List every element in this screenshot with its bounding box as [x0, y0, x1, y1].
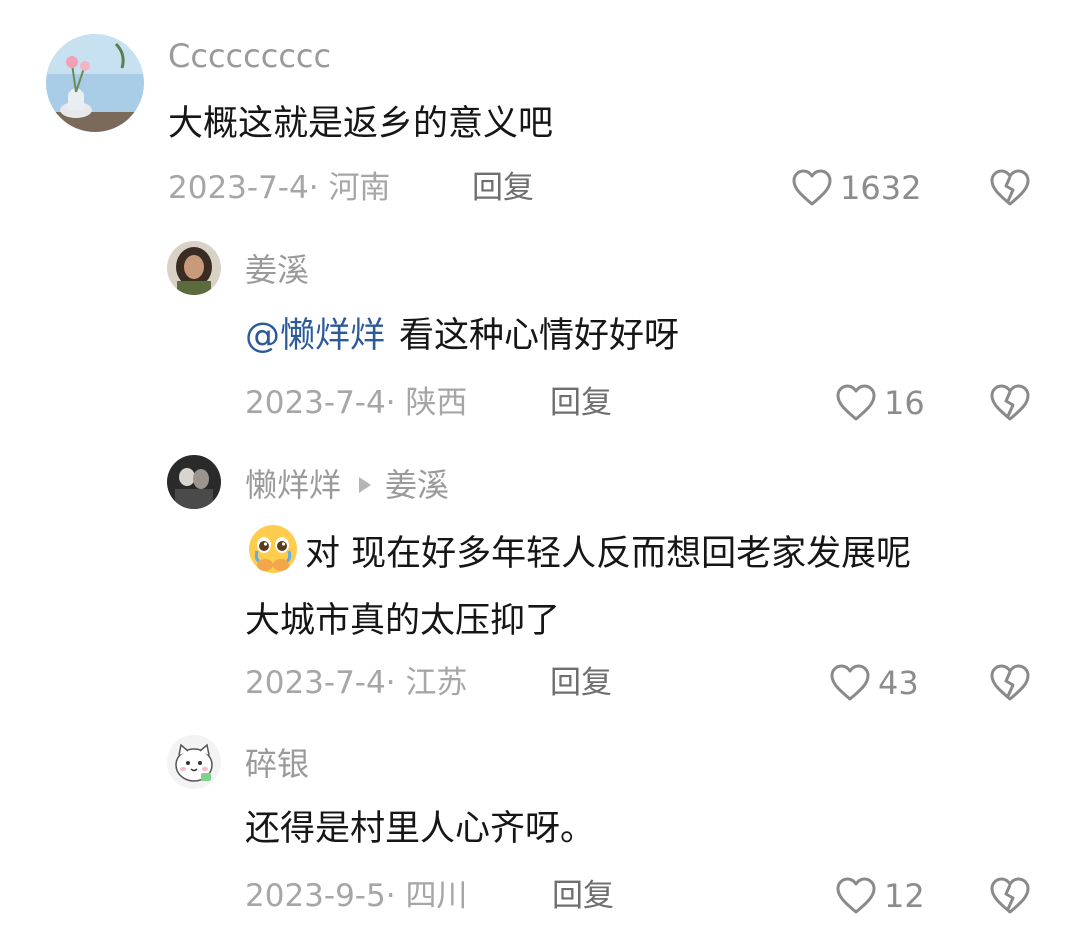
comment-meta: 2023-7-4· 河南 [168, 168, 390, 208]
dislike-button[interactable] [988, 383, 1032, 423]
like-count: 43 [878, 664, 919, 702]
comment-body-line1: 对 现在好多年轻人反而想回老家发展呢 [305, 534, 912, 574]
reply-comment-item: 碎银 还得是村里人心齐呀。 2023-9-5· 四川 回复 12 [0, 725, 1080, 929]
broken-heart-icon [990, 169, 1030, 206]
dark-portrait-avatar-icon [167, 455, 221, 509]
reply-target[interactable]: 姜溪 [385, 466, 449, 504]
comment-location: 江苏 [405, 665, 468, 701]
comment-username[interactable]: Ccccccccc [168, 36, 331, 76]
dislike-button[interactable] [988, 876, 1032, 916]
reply-button[interactable]: 回复 [472, 168, 534, 208]
comment-location: 河南 [328, 170, 391, 206]
avatar[interactable] [46, 34, 144, 132]
avatar[interactable] [167, 241, 221, 295]
avatar[interactable] [167, 455, 221, 509]
comment-meta: 2023-9-5· 四川 [245, 876, 467, 916]
comment-body: 看这种心情好好呀 [399, 316, 680, 356]
reply-comment-item: 姜溪 @懒烊烊 看这种心情好好呀 2023-7-4· 陕西 回复 16 [0, 230, 1080, 440]
comment-username[interactable]: 碎银 [245, 744, 309, 784]
comment-text-line2: 大城市真的太压抑了 [245, 601, 561, 641]
comment-text: 大概这就是返乡的意义吧 [168, 104, 554, 144]
broken-heart-icon [990, 877, 1030, 914]
meta-separator: · [308, 170, 329, 206]
reply-author[interactable]: 懒烊烊 [245, 466, 341, 504]
like-button[interactable]: 1632 [790, 168, 921, 208]
like-count: 12 [884, 877, 925, 915]
comment-date: 2023-7-4 [168, 170, 309, 206]
broken-heart-icon [990, 664, 1030, 701]
like-count: 1632 [840, 169, 922, 207]
comment-meta: 2023-7-4· 江苏 [245, 663, 467, 703]
pleading-face-emoji-icon [245, 521, 301, 577]
meta-separator: · [385, 878, 406, 914]
comment-username: 懒烊烊 姜溪 [245, 465, 449, 505]
like-button[interactable]: 12 [834, 876, 925, 916]
like-count: 16 [884, 384, 925, 422]
comment-date: 2023-7-4 [245, 665, 386, 701]
reply-button[interactable]: 回复 [550, 663, 612, 703]
reply-comment-item: 懒烊烊 姜溪 对 现在好多年轻人反而想回老家发展呢 大城市真的太压抑了 2023-… [0, 445, 1080, 725]
reply-button[interactable]: 回复 [550, 383, 612, 423]
meta-separator: · [385, 665, 406, 701]
comment-text: 还得是村里人心齐呀。 [245, 809, 596, 849]
like-button[interactable]: 16 [834, 383, 925, 423]
dislike-button[interactable] [988, 663, 1032, 703]
cartoon-cat-avatar-icon [167, 735, 221, 789]
comment-text: 对 现在好多年轻人反而想回老家发展呢 [245, 521, 911, 582]
comment-location: 四川 [405, 878, 468, 914]
reply-button[interactable]: 回复 [552, 876, 614, 916]
avatar[interactable] [167, 735, 221, 789]
comment-date: 2023-7-4 [245, 385, 386, 421]
broken-heart-icon [990, 384, 1030, 421]
comment-location: 陕西 [405, 385, 468, 421]
comment-item: Ccccccccc 大概这就是返乡的意义吧 2023-7-4· 河南 回复 16… [0, 0, 1080, 220]
heart-icon [830, 664, 870, 701]
comment-meta: 2023-7-4· 陕西 [245, 383, 467, 423]
heart-icon [792, 169, 832, 206]
comment-text: @懒烊烊 看这种心情好好呀 [245, 308, 679, 364]
reply-arrow-icon [359, 477, 372, 493]
comment-username[interactable]: 姜溪 [245, 250, 309, 290]
dislike-button[interactable] [988, 168, 1032, 208]
heart-icon [836, 384, 876, 421]
like-button[interactable]: 43 [828, 663, 919, 703]
mention-link[interactable]: @懒烊烊 [245, 316, 385, 356]
heart-icon [836, 877, 876, 914]
comment-date: 2023-9-5 [245, 878, 386, 914]
girl-portrait-avatar-icon [167, 241, 221, 295]
meta-separator: · [385, 385, 406, 421]
flower-vase-avatar-icon [46, 34, 144, 132]
